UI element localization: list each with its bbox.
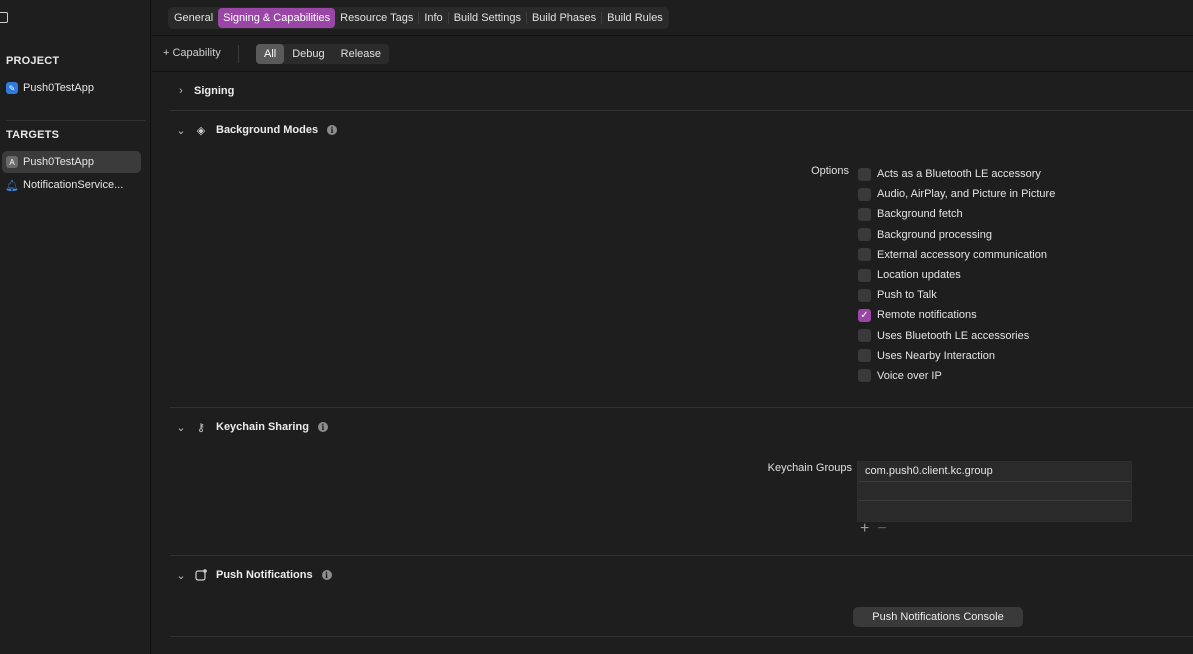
sidebar-item-label: NotificationService... <box>23 179 124 191</box>
chevron-down-icon[interactable]: ⌄ <box>176 421 186 434</box>
bell-extension-icon: 🔔︎ <box>5 179 19 192</box>
editor-tabs: General Signing & Capabilities Resource … <box>168 7 669 29</box>
keychain-group-controls: + − <box>860 520 887 538</box>
background-modes-section-header[interactable]: ⌄ ◈ Background Modes i <box>170 120 1193 140</box>
checkbox[interactable] <box>858 207 871 221</box>
option-label: Background processing <box>877 228 992 241</box>
project-file-icon: ✎ <box>6 82 18 94</box>
tab-general[interactable]: General <box>169 8 218 28</box>
checkbox[interactable] <box>858 167 871 181</box>
chevron-down-icon[interactable]: ⌄ <box>176 124 186 137</box>
background-mode-option[interactable]: ✓ Remote notifications <box>858 305 1055 325</box>
background-mode-option[interactable]: Uses Bluetooth LE accessories <box>858 326 1055 346</box>
background-mode-option[interactable]: Location updates <box>858 265 1055 285</box>
section-divider <box>170 555 1193 556</box>
app-target-icon: A <box>6 156 18 168</box>
checkbox[interactable] <box>858 187 871 201</box>
capbar-divider <box>238 45 239 63</box>
background-modes-options: Acts as a Bluetooth LE accessory Audio, A… <box>858 164 1055 386</box>
section-divider <box>170 407 1193 408</box>
tab-build-phases[interactable]: Build Phases <box>527 8 601 28</box>
tab-resource-tags[interactable]: Resource Tags <box>335 8 418 28</box>
chevron-down-icon[interactable]: ⌄ <box>176 569 186 582</box>
tab-build-rules[interactable]: Build Rules <box>602 8 668 28</box>
option-label: Uses Bluetooth LE accessories <box>877 329 1030 342</box>
checkbox[interactable] <box>858 248 871 262</box>
background-mode-option[interactable]: Audio, AirPlay, and Picture in Picture <box>858 184 1055 204</box>
sidebar-item-target-notification-service[interactable]: 🔔︎ NotificationService... <box>2 174 141 196</box>
checkbox-checked[interactable]: ✓ <box>858 308 871 322</box>
tab-build-settings[interactable]: Build Settings <box>449 8 526 28</box>
sidebar-item-label: Push0TestApp <box>23 156 94 168</box>
option-label: Location updates <box>877 269 961 282</box>
checkbox[interactable] <box>858 349 871 363</box>
option-label: Acts as a Bluetooth LE accessory <box>877 168 1041 181</box>
project-section-header: PROJECT <box>6 55 60 67</box>
sidebar-item-target-app[interactable]: A Push0TestApp <box>2 151 141 173</box>
checkbox[interactable] <box>858 329 871 343</box>
checkbox[interactable] <box>858 369 871 383</box>
signing-section-header[interactable]: › Signing <box>170 81 1193 101</box>
table-row[interactable] <box>858 482 1131 501</box>
keychain-sharing-section-header[interactable]: ⌄ ⚷ Keychain Sharing i <box>170 417 1193 437</box>
option-label: Background fetch <box>877 208 963 221</box>
info-icon[interactable]: i <box>317 422 328 432</box>
chevron-right-icon[interactable]: › <box>176 85 186 97</box>
capabilities-content: › Signing ⌄ ◈ Background Modes i Options… <box>170 73 1193 654</box>
navigator-sidebar: PROJECT ✎ Push0TestApp TARGETS A Push0Te… <box>0 0 151 654</box>
filter-release[interactable]: Release <box>333 44 389 64</box>
keychain-groups-table: com.push0.client.kc.group <box>857 461 1132 522</box>
background-mode-option[interactable]: Acts as a Bluetooth LE accessory <box>858 164 1055 184</box>
background-mode-option[interactable]: Push to Talk <box>858 285 1055 305</box>
sidebar-divider <box>6 120 145 121</box>
option-label: Uses Nearby Interaction <box>877 349 995 362</box>
option-label: External accessory communication <box>877 248 1047 261</box>
filter-all[interactable]: All <box>256 44 285 64</box>
push-notifications-section-header[interactable]: ⌄ Push Notifications i <box>170 565 1193 585</box>
targets-section-header: TARGETS <box>6 129 60 141</box>
option-label: Audio, AirPlay, and Picture in Picture <box>877 188 1056 201</box>
background-mode-option[interactable]: Voice over IP <box>858 366 1055 386</box>
info-icon[interactable]: i <box>321 570 332 580</box>
capability-bar: + Capability All Debug Release <box>152 37 1193 72</box>
checkbox[interactable] <box>858 288 871 302</box>
notification-badge-icon <box>194 568 208 582</box>
checkbox[interactable] <box>858 268 871 282</box>
section-divider <box>170 636 1193 637</box>
tab-info[interactable]: Info <box>419 8 447 28</box>
option-label: Remote notifications <box>877 309 977 322</box>
option-label: Push to Talk <box>877 289 937 302</box>
filter-debug[interactable]: Debug <box>284 44 332 64</box>
checkbox[interactable] <box>858 228 871 242</box>
editor-tab-bar: General Signing & Capabilities Resource … <box>152 0 1193 36</box>
section-title: Background Modes <box>216 124 319 136</box>
section-title: Keychain Sharing <box>216 421 309 433</box>
section-divider <box>170 110 1193 111</box>
table-row[interactable] <box>858 501 1131 521</box>
table-row[interactable]: com.push0.client.kc.group <box>858 462 1131 482</box>
remove-group-button[interactable]: − <box>877 520 886 538</box>
background-mode-option[interactable]: External accessory communication <box>858 245 1055 265</box>
background-mode-option[interactable]: Uses Nearby Interaction <box>858 346 1055 366</box>
layers-icon: ◈ <box>196 124 206 137</box>
background-mode-option[interactable]: Background processing <box>858 225 1055 245</box>
tab-signing-capabilities[interactable]: Signing & Capabilities <box>218 8 336 28</box>
sidebar-toggle-icon[interactable] <box>0 12 8 23</box>
section-title: Signing <box>194 85 235 97</box>
sidebar-item-label: Push0TestApp <box>23 82 94 94</box>
background-mode-option[interactable]: Background fetch <box>858 204 1055 224</box>
add-group-button[interactable]: + <box>860 520 869 538</box>
add-capability-button[interactable]: + Capability <box>163 47 221 59</box>
key-icon: ⚷ <box>196 421 206 434</box>
push-notifications-console-button[interactable]: Push Notifications Console <box>853 607 1023 627</box>
configuration-filter: All Debug Release <box>256 44 390 64</box>
options-label: Options <box>811 165 849 177</box>
sidebar-item-project[interactable]: ✎ Push0TestApp <box>2 77 141 99</box>
info-icon[interactable]: i <box>327 125 338 135</box>
option-label: Voice over IP <box>877 369 942 382</box>
section-title: Push Notifications <box>216 569 313 581</box>
keychain-groups-label: Keychain Groups <box>767 462 852 474</box>
